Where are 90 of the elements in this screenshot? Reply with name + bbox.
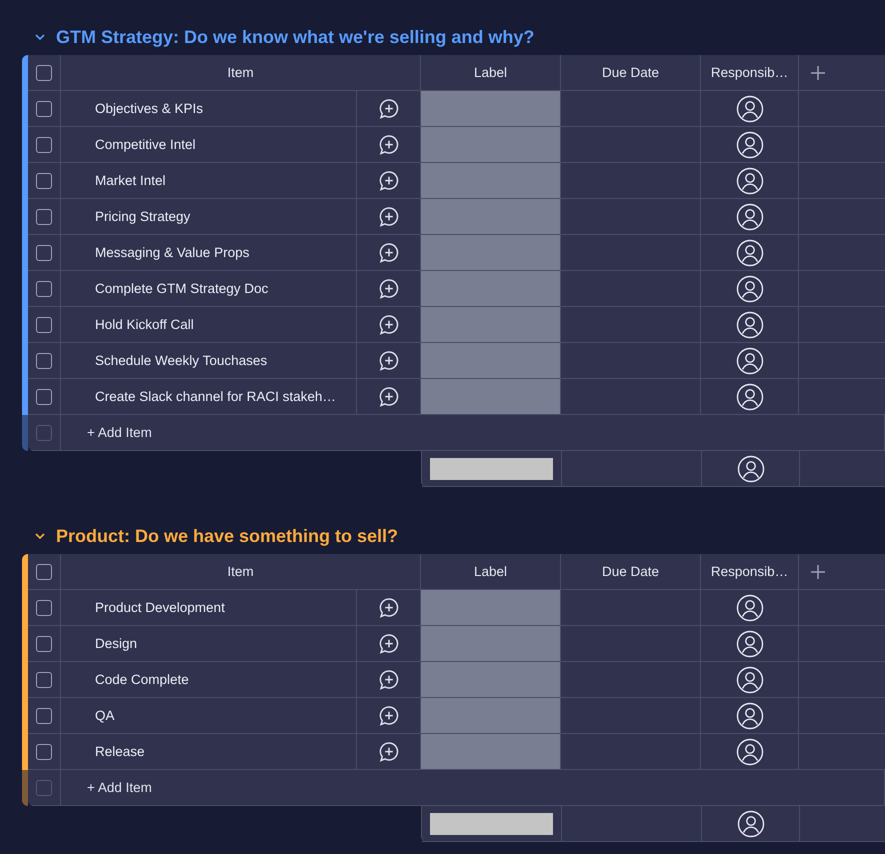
add-comment-icon[interactable] [378,206,400,228]
add-comment-icon[interactable] [378,314,400,336]
person-icon[interactable] [736,166,764,194]
label-cell[interactable] [421,590,561,626]
column-header[interactable]: Responsib… [710,65,788,80]
label-cell[interactable] [421,163,561,199]
add-comment-icon[interactable] [378,740,400,762]
checkbox[interactable] [36,316,52,332]
column-header[interactable]: Due Date [602,564,660,579]
checkbox[interactable] [36,352,52,368]
item-name[interactable]: Complete GTM Strategy Doc [95,281,268,296]
person-icon[interactable] [736,94,764,122]
person-icon[interactable] [736,274,764,302]
person-icon[interactable] [736,130,764,158]
checkbox[interactable] [36,672,52,688]
item-name[interactable]: Release [95,744,145,759]
item-name[interactable]: Objectives & KPIs [95,101,204,116]
label-cell[interactable] [421,271,561,307]
checkbox[interactable] [36,136,52,152]
checkbox[interactable] [36,244,52,260]
person-icon[interactable] [736,594,764,622]
checkbox[interactable] [36,64,52,80]
label-cell[interactable] [421,662,561,698]
label-cell[interactable] [421,199,561,235]
label-cell[interactable] [421,91,561,127]
group-title[interactable]: GTM Strategy: Do we know what we're selling and why? [56,26,534,48]
group-title[interactable]: Product: Do we have something to sell? [56,526,398,546]
person-icon[interactable] [736,454,764,482]
add-comment-icon[interactable] [378,170,400,192]
label-cell[interactable] [421,734,561,770]
add-column-icon[interactable] [811,564,825,578]
add-comment-icon[interactable] [378,98,400,120]
person-icon[interactable] [736,202,764,230]
checkbox[interactable] [36,280,52,296]
person-icon[interactable] [736,382,764,410]
add-column-icon[interactable] [811,66,825,80]
label-cell[interactable] [421,235,561,271]
person-icon[interactable] [736,310,764,338]
person-icon[interactable] [736,738,764,766]
checkbox[interactable] [36,636,52,652]
add-comment-icon[interactable] [378,704,400,726]
checkbox[interactable] [36,208,52,224]
column-header[interactable]: Label [474,65,508,80]
checkbox[interactable] [36,708,52,724]
person-icon[interactable] [736,702,764,730]
column-header[interactable]: Label [474,564,508,579]
item-name[interactable]: QA [95,708,115,723]
column-header[interactable]: Due Date [602,65,660,80]
item-name[interactable]: Messaging & Value Props [95,245,250,260]
item-name[interactable]: Schedule Weekly Touchases [95,353,268,368]
person-icon[interactable] [736,666,764,694]
item-name[interactable]: Design [95,636,138,651]
person-icon[interactable] [736,346,764,374]
item-name[interactable]: Product Development [95,600,225,615]
checkbox[interactable] [36,388,52,404]
chevron-icon[interactable] [34,532,46,540]
column-header[interactable]: Responsib… [710,564,788,579]
label-cell[interactable] [421,698,561,734]
item-name[interactable]: Pricing Strategy [95,209,190,224]
checkbox[interactable] [36,172,52,188]
add-comment-icon[interactable] [378,242,400,264]
person-icon[interactable] [736,630,764,658]
item-name[interactable]: Competitive Intel [95,137,196,152]
column-header[interactable]: Item [227,65,254,80]
add-item-button[interactable]: + Add Item [61,424,158,441]
person-icon[interactable] [736,810,764,838]
add-comment-icon[interactable] [378,596,400,618]
item-name[interactable]: Hold Kickoff Call [95,317,194,332]
label-cell[interactable] [421,343,561,379]
label-cell[interactable] [421,307,561,343]
add-comment-icon[interactable] [378,350,400,372]
add-comment-icon[interactable] [378,632,400,654]
item-name[interactable]: Create Slack channel for RACI stakeh… [95,389,336,404]
checkbox[interactable] [36,564,52,580]
checkbox[interactable] [36,600,52,616]
item-name[interactable]: Code Complete [95,672,189,687]
chevron-icon[interactable] [34,33,46,41]
person-icon[interactable] [736,238,764,266]
label-cell[interactable] [421,626,561,662]
label-cell[interactable] [421,127,561,163]
checkbox[interactable] [36,100,52,116]
item-name[interactable]: Market Intel [95,173,166,188]
add-comment-icon[interactable] [378,134,400,156]
column-header[interactable]: Item [227,564,254,579]
add-item-button[interactable]: + Add Item [61,779,158,796]
add-comment-icon[interactable] [378,386,400,408]
add-comment-icon[interactable] [378,668,400,690]
add-comment-icon[interactable] [378,278,400,300]
checkbox[interactable] [36,744,52,760]
label-cell[interactable] [421,379,561,415]
